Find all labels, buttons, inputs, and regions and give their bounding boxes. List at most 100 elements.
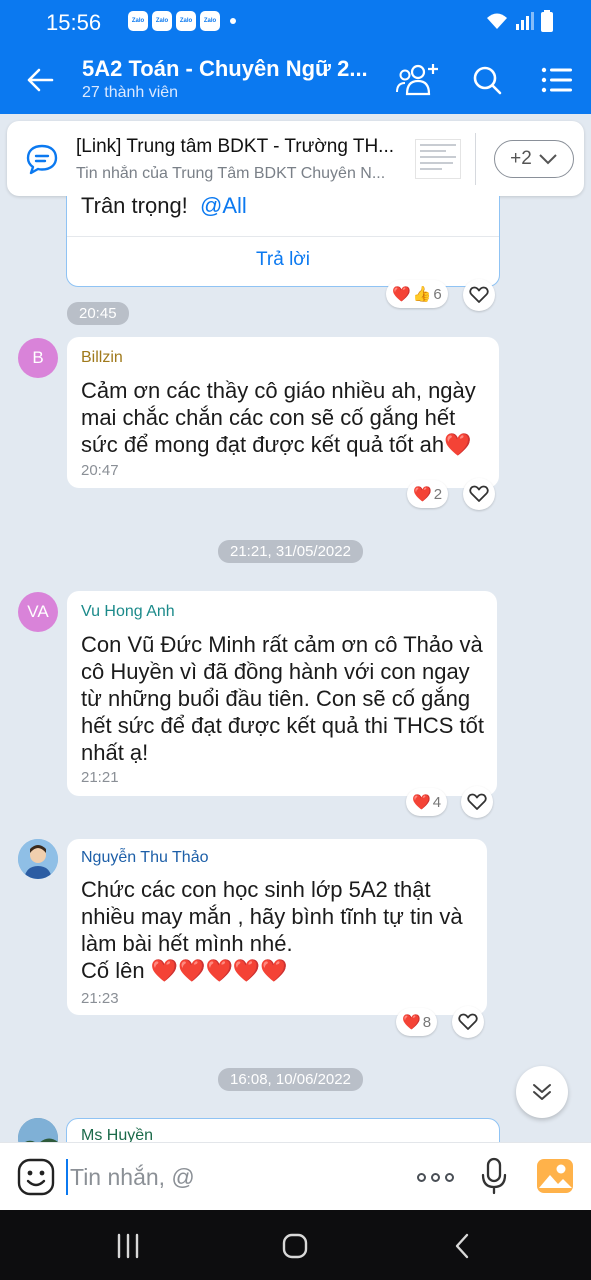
- reaction-count: 8: [422, 1013, 432, 1031]
- reaction-count: 2: [433, 485, 443, 503]
- heart-outline-icon: [469, 286, 489, 303]
- time-separator: 16:08, 10/06/2022: [218, 1068, 363, 1091]
- home-icon: [282, 1233, 308, 1259]
- thumbs-up-icon: 👍: [412, 286, 432, 303]
- react-heart-button[interactable]: [463, 279, 495, 311]
- avatar[interactable]: B: [18, 338, 58, 378]
- avatar-photo[interactable]: [18, 839, 58, 879]
- message-text: Con Vũ Đức Minh rất cảm ơn cô Thảo và cô…: [81, 632, 485, 765]
- message-bubble[interactable]: Vu Hong Anh Con Vũ Đức Minh rất cảm ơn c…: [67, 591, 497, 796]
- pinned-message-bar[interactable]: [Link] Trung tâm BDKT - Trường TH... Tin…: [7, 121, 584, 196]
- emoji-icon: [17, 1158, 55, 1196]
- react-heart-button[interactable]: [461, 786, 493, 818]
- back-arrow-icon: [27, 68, 54, 92]
- message-time: 21:23: [81, 990, 119, 1007]
- image-button[interactable]: [536, 1158, 574, 1199]
- mic-icon: [481, 1157, 507, 1195]
- status-time: 15:56: [46, 10, 102, 35]
- reaction-count: 4: [432, 793, 442, 811]
- message-bubble[interactable]: Trân trọng! @All Trả lời: [66, 196, 500, 287]
- heart-icon: ❤️: [413, 486, 432, 503]
- status-app-badges: Zalo Zalo Zalo Zalo: [128, 11, 236, 31]
- pinned-thumbnail: [415, 139, 461, 179]
- chat-bubble-icon: [26, 144, 58, 175]
- message-bubble[interactable]: Nguyễn Thu Thảo Chức các con học sinh lớ…: [67, 839, 487, 1015]
- reaction-count: 6: [433, 285, 442, 303]
- menu-button[interactable]: [534, 58, 580, 102]
- pinned-subtitle: Tin nhắn của Trung Tâm BDKT Chuyên N...: [76, 165, 386, 182]
- message-text: Chức các con học sinh lớp 5A2 thật nhiều…: [81, 877, 463, 956]
- message-list[interactable]: Trân trọng! @All Trả lời ❤️ 👍 6 20:45 B …: [0, 196, 591, 1142]
- reply-button[interactable]: Trả lời: [67, 249, 499, 271]
- react-heart-button[interactable]: [452, 1006, 484, 1038]
- message-input[interactable]: [66, 1159, 396, 1195]
- more-notifications-dot: [230, 18, 236, 24]
- reaction-summary[interactable]: ❤️ 4: [406, 788, 448, 816]
- heart-outline-icon: [469, 485, 489, 502]
- chevron-down-icon: [539, 154, 557, 165]
- back-button[interactable]: [18, 60, 62, 100]
- image-icon: [537, 1159, 573, 1193]
- signal-icon: [516, 12, 534, 30]
- member-count: 27 thành viên: [82, 84, 179, 101]
- pinned-title: [Link] Trung tâm BDKT - Trường TH...: [76, 136, 395, 157]
- chat-header: 5A2 Toán - Chuyên Ngữ 2... 27 thành viên: [0, 44, 591, 114]
- home-button[interactable]: [279, 1230, 311, 1262]
- battery-icon: [541, 10, 553, 32]
- zalo-notification-icon: Zalo: [176, 11, 196, 31]
- person-photo-icon: [18, 839, 58, 879]
- more-options-button[interactable]: [412, 1163, 458, 1191]
- reaction-summary[interactable]: ❤️ 8: [396, 1008, 438, 1036]
- landscape-photo-icon: [18, 1118, 58, 1142]
- message-bubble[interactable]: Ms Huyền: [66, 1118, 500, 1142]
- pinned-more-count: +2: [510, 148, 532, 169]
- sender-name: Ms Huyền: [81, 1127, 154, 1142]
- message-text: Cảm ơn các thầy cô giáo nhiều ah, ngày m…: [81, 378, 476, 457]
- recents-button[interactable]: [112, 1230, 144, 1262]
- recents-icon: [117, 1233, 139, 1259]
- status-bar: 15:56 Zalo Zalo Zalo Zalo: [0, 0, 591, 44]
- system-back-button[interactable]: [446, 1230, 478, 1262]
- pinned-more-button[interactable]: +2: [494, 140, 574, 178]
- reaction-summary[interactable]: ❤️ 2: [407, 480, 449, 508]
- emoji-button[interactable]: [17, 1158, 55, 1201]
- avatar-photo[interactable]: [18, 1118, 58, 1142]
- time-separator: 21:21, 31/05/2022: [218, 540, 363, 563]
- sender-name: Vu Hong Anh: [81, 603, 175, 620]
- voice-button[interactable]: [480, 1157, 508, 1200]
- zalo-notification-icon: Zalo: [128, 11, 148, 31]
- mention-tag[interactable]: @All: [200, 196, 247, 218]
- heart-icon: ❤️: [402, 1014, 421, 1031]
- heart-icon: ❤️: [412, 794, 431, 811]
- react-heart-button[interactable]: [463, 478, 495, 510]
- message-time: 21:21: [81, 769, 119, 786]
- zalo-notification-icon: Zalo: [200, 11, 220, 31]
- message-bubble[interactable]: Billzin Cảm ơn các thầy cô giáo nhiều ah…: [67, 337, 499, 488]
- zalo-notification-icon: Zalo: [152, 11, 172, 31]
- status-icons: [485, 10, 553, 32]
- scroll-to-bottom-button[interactable]: [516, 1066, 568, 1118]
- search-icon: [473, 66, 502, 95]
- heart-outline-icon: [467, 793, 487, 810]
- group-title[interactable]: 5A2 Toán - Chuyên Ngữ 2...: [82, 56, 372, 82]
- divider: [67, 236, 499, 237]
- avatar[interactable]: VA: [18, 592, 58, 632]
- message-text: Trân trọng! @All: [81, 196, 247, 219]
- sender-name: Nguyễn Thu Thảo: [81, 849, 209, 866]
- divider: [475, 133, 476, 185]
- sender-name: Billzin: [81, 349, 123, 366]
- time-separator: 20:45: [67, 302, 129, 325]
- double-chevron-down-icon: [533, 1084, 551, 1100]
- wifi-icon: [487, 13, 507, 29]
- reaction-summary[interactable]: ❤️ 👍 6: [386, 280, 448, 308]
- back-chevron-icon: [455, 1233, 469, 1259]
- menu-list-icon: [541, 67, 572, 93]
- search-button[interactable]: [464, 58, 510, 102]
- message-text-line: Cố lên ❤️❤️❤️❤️❤️: [81, 958, 288, 983]
- system-navigation-bar: [0, 1210, 591, 1280]
- add-member-icon: [396, 64, 438, 96]
- message-composer: [0, 1142, 591, 1210]
- message-time: 20:47: [81, 462, 119, 479]
- add-member-button[interactable]: [394, 58, 440, 102]
- heart-outline-icon: [458, 1013, 478, 1030]
